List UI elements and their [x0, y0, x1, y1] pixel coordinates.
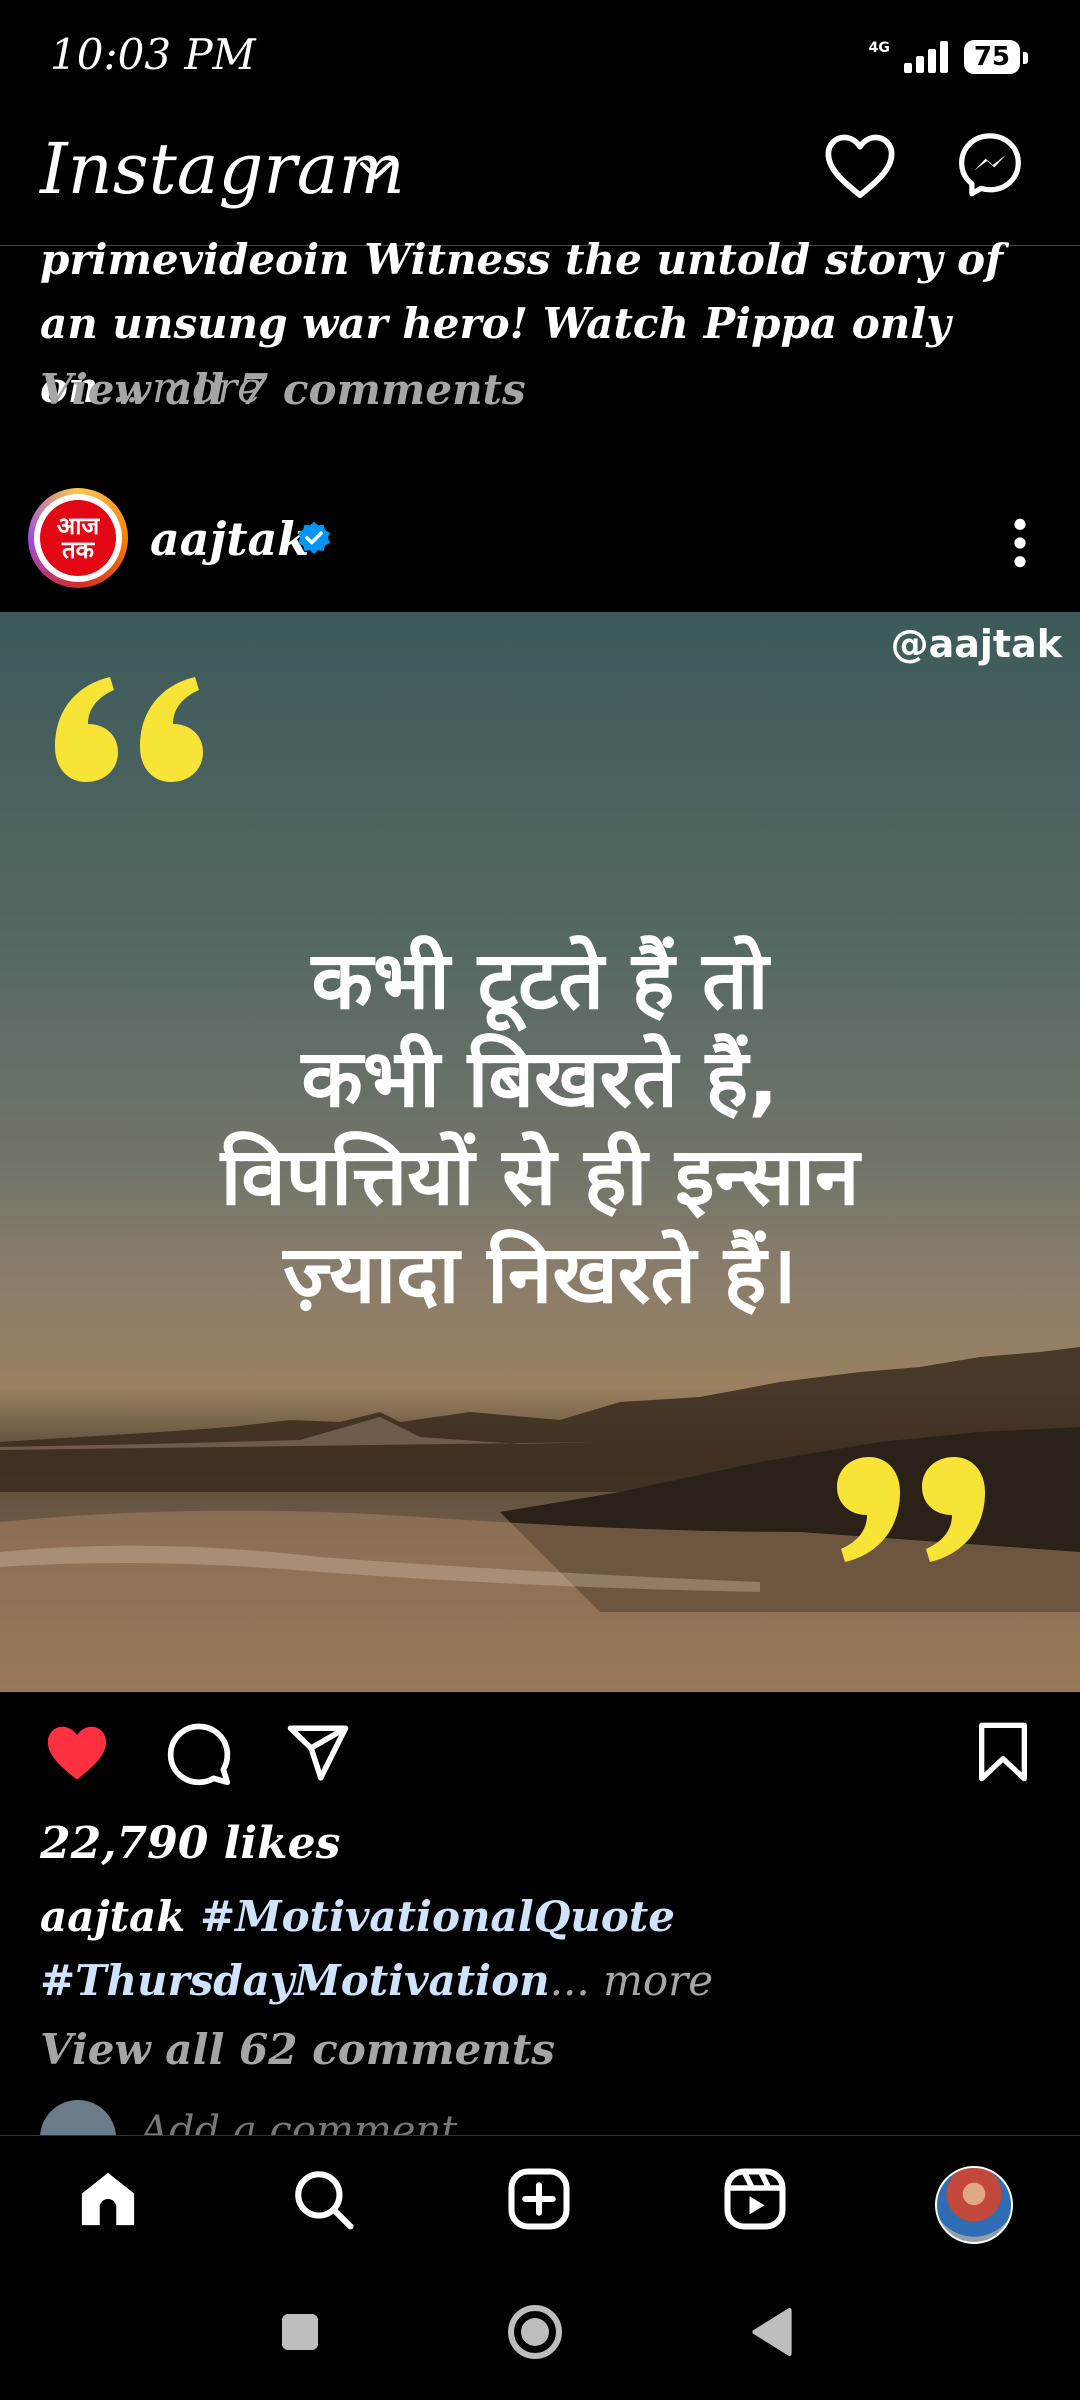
- add-comment-input[interactable]: Add a comment...: [140, 2108, 495, 2135]
- hashtag-link[interactable]: #MotivationalQuote: [200, 1892, 675, 1941]
- verified-badge-icon: [298, 521, 330, 555]
- system-navigation-bar: [0, 2270, 1080, 2400]
- add-comment-row[interactable]: Add a comment...: [40, 2100, 1080, 2135]
- post-caption: aajtak #MotivationalQuote #ThursdayMotiv…: [40, 1885, 1040, 2013]
- reels-icon[interactable]: [722, 2166, 788, 2232]
- hashtag-link[interactable]: #ThursdayMotivation: [40, 1956, 550, 2005]
- search-icon[interactable]: [290, 2166, 356, 2232]
- signal-icon: [903, 41, 948, 73]
- quote-line: विपत्तियों से ही इन्सान: [220, 1130, 860, 1223]
- share-icon[interactable]: [285, 1720, 351, 1786]
- notifications-heart-icon[interactable]: [822, 130, 898, 200]
- bottom-navigation: [0, 2135, 1080, 2271]
- view-comments-link[interactable]: View all 7 comments: [40, 365, 526, 414]
- likes-count[interactable]: 22,790 likes: [40, 1818, 340, 1869]
- instagram-logo[interactable]: Instagram: [40, 128, 405, 210]
- post-username[interactable]: aajtak: [150, 512, 309, 566]
- quote-line: ज़्यादा निखरते हैं।: [283, 1228, 797, 1321]
- battery-indicator: 75: [963, 40, 1029, 74]
- more-link[interactable]: ... more: [550, 1956, 713, 2005]
- quote-line: कभी बिखरते हैं,: [301, 1032, 779, 1125]
- profile-avatar[interactable]: [935, 2166, 1013, 2244]
- home-icon[interactable]: [75, 2166, 141, 2232]
- comment-icon[interactable]: [165, 1720, 233, 1788]
- caption-username[interactable]: primevideoin: [40, 235, 350, 284]
- more-options-icon[interactable]: [1005, 515, 1035, 571]
- status-time: 10:03 PM: [50, 30, 256, 79]
- image-watermark: @aajtak: [890, 622, 1062, 666]
- like-heart-icon[interactable]: [42, 1720, 112, 1784]
- avatar[interactable]: आज तक: [40, 500, 116, 576]
- home-button-icon[interactable]: [505, 2302, 565, 2362]
- save-bookmark-icon[interactable]: [975, 1720, 1031, 1784]
- messenger-icon[interactable]: [955, 130, 1025, 200]
- status-icons: 4G 75: [868, 40, 1029, 74]
- create-post-icon[interactable]: [506, 2166, 572, 2232]
- recent-apps-icon[interactable]: [280, 2312, 320, 2352]
- app-header: Instagram: [0, 110, 1080, 246]
- quote-line: कभी टूटते हैं तो: [311, 934, 769, 1027]
- caption-username[interactable]: aajtak: [40, 1892, 185, 1941]
- quote-text: कभी टूटते हैं तो कभी बिखरते हैं, विपत्ति…: [0, 932, 1080, 1324]
- user-avatar: [40, 2100, 116, 2135]
- chevron-down-icon[interactable]: [358, 158, 394, 182]
- back-icon[interactable]: [750, 2308, 794, 2356]
- post-image[interactable]: @aajtak कभी टूटते हैं तो कभी बिखरते हैं,…: [0, 612, 1080, 1692]
- network-label: 4G: [868, 40, 890, 56]
- view-comments-link[interactable]: View all 62 comments: [40, 2025, 555, 2074]
